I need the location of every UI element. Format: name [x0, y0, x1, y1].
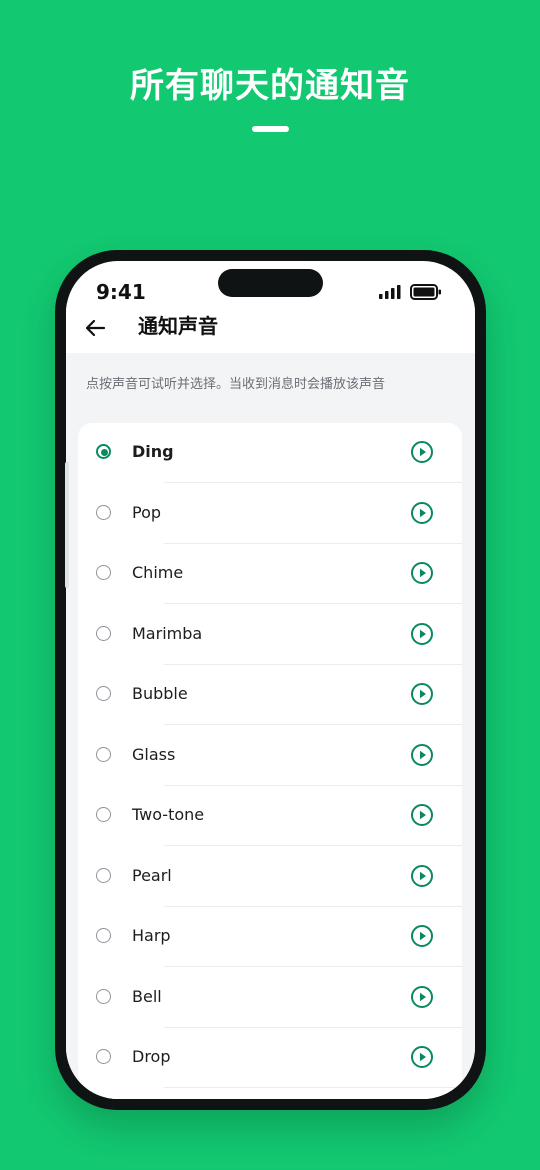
- sound-row[interactable]: Two-tone: [78, 786, 462, 846]
- sound-list: Ding Pop Chime Marimba Bubble Glass Two-tone Pe…: [78, 423, 462, 1099]
- radio-unselected[interactable]: [96, 867, 111, 883]
- sound-label: Bubble: [132, 684, 188, 703]
- sound-label: Glass: [132, 744, 176, 764]
- status-time: 9:41: [96, 280, 146, 304]
- sound-row[interactable]: Chime: [78, 544, 462, 604]
- sound-label: Bell: [132, 986, 162, 1006]
- play-circle-icon[interactable]: [410, 1045, 434, 1069]
- play-circle-icon[interactable]: [410, 924, 434, 948]
- sound-label: Marimba: [132, 623, 203, 643]
- play-circle-icon[interactable]: [410, 864, 434, 888]
- sound-row[interactable]: Glass: [78, 726, 462, 786]
- radio-unselected[interactable]: [96, 686, 111, 701]
- play-circle-icon[interactable]: [410, 985, 434, 1009]
- radio-unselected[interactable]: [96, 807, 111, 822]
- radio-unselected[interactable]: [96, 565, 111, 580]
- sound-label: Harp: [132, 926, 171, 945]
- radio-unselected[interactable]: [96, 988, 111, 1004]
- promo-underline: [252, 126, 289, 132]
- play-circle-icon[interactable]: [410, 803, 434, 827]
- play-circle-icon[interactable]: [410, 682, 434, 706]
- sound-row[interactable]: Marimba: [78, 605, 462, 665]
- signal-icon: [379, 285, 401, 299]
- sound-row[interactable]: Ding: [78, 423, 462, 483]
- sound-row[interactable]: Harp: [78, 907, 462, 967]
- sound-label: Chime: [132, 563, 184, 582]
- arrow-left-icon[interactable]: [80, 313, 110, 343]
- radio-unselected[interactable]: [96, 1049, 111, 1064]
- sound-row[interactable]: Pearl: [78, 847, 462, 907]
- radio-unselected[interactable]: [96, 625, 111, 641]
- sound-row[interactable]: Bell: [78, 968, 462, 1028]
- hint-text: 点按声音可试听并选择。当收到消息时会播放该声音: [86, 377, 386, 392]
- sound-label: Pearl: [132, 865, 172, 885]
- page-title: 通知声音: [138, 314, 218, 338]
- play-circle-icon[interactable]: [410, 743, 434, 767]
- radio-selected[interactable]: [96, 444, 111, 459]
- app-bar: 通知声音: [66, 303, 475, 353]
- sound-row[interactable]: Bubble: [78, 665, 462, 725]
- sound-row[interactable]: Drop: [78, 1028, 462, 1088]
- promo-title: 所有聊天的通知音: [130, 66, 410, 106]
- content-area: 点按声音可试听并选择。当收到消息时会播放该声音 Ding Pop Chime Mari…: [66, 353, 475, 1099]
- sound-label: Two-tone: [132, 805, 205, 824]
- play-circle-icon[interactable]: [410, 440, 434, 464]
- phone-screen: 9:41 通知声音 点按声音可试听并选择。当收到消息时会播放该声音 Ding Po…: [66, 261, 475, 1099]
- row-divider: [164, 1087, 462, 1088]
- phone-frame: 9:41 通知声音 点按声音可试听并选择。当收到消息时会播放该声音 Ding Po…: [55, 250, 486, 1110]
- sound-label: Pop: [132, 502, 162, 522]
- play-circle-icon[interactable]: [410, 561, 434, 585]
- radio-unselected[interactable]: [96, 928, 111, 943]
- play-circle-icon[interactable]: [410, 501, 434, 525]
- radio-unselected[interactable]: [96, 504, 111, 520]
- battery-icon: [410, 284, 441, 300]
- play-circle-icon[interactable]: [410, 622, 434, 646]
- phone-side-button: [65, 462, 69, 588]
- radio-unselected[interactable]: [96, 746, 111, 762]
- sound-label: Ding: [132, 442, 174, 461]
- sound-row[interactable]: Pop: [78, 484, 462, 544]
- sound-label: Drop: [132, 1047, 171, 1066]
- dynamic-island: [218, 269, 323, 297]
